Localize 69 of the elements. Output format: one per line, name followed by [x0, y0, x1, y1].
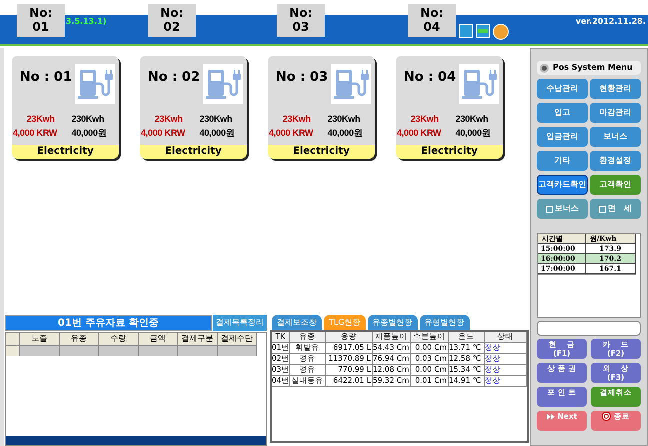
ev-charger-icon	[203, 64, 243, 104]
menu-button[interactable]: 보너스	[590, 127, 641, 147]
nozzle-tab[interactable]: No: 04	[408, 4, 456, 37]
menu-button[interactable]: 수납관리	[537, 79, 588, 99]
charger-type: Electricity	[268, 145, 375, 159]
nozzle-tab[interactable]: No: 02	[148, 4, 196, 37]
table-cell	[60, 346, 99, 356]
menu-button[interactable]: 고객카드확인	[537, 175, 588, 195]
table-cell	[99, 346, 138, 356]
ev-charger-icon	[331, 64, 371, 104]
charger-card[interactable]: No : 01 23Kwh 230Kwh 4,000 KRW 40,000원 Electricity	[12, 56, 119, 159]
charger-type: Electricity	[396, 145, 503, 159]
total-price: 40,000원	[456, 127, 492, 140]
ev-charger-icon	[75, 64, 115, 104]
nozzle-tab[interactable]: No: 03	[277, 4, 325, 37]
used-energy: 23Kwh	[410, 113, 440, 126]
version-label: ver.2012.11.28.	[576, 16, 646, 28]
charger-card[interactable]: No : 02 23Kwh 230Kwh 4,000 KRW 40,000원 Electricity	[140, 56, 247, 159]
total-energy: 230Kwh	[200, 113, 234, 126]
total-energy: 230Kwh	[456, 113, 490, 126]
menu-button[interactable]: 환경설정	[590, 151, 641, 171]
panel-tab[interactable]: 유종별현황	[368, 315, 418, 330]
charger-card[interactable]: No : 03 23Kwh 230Kwh 4,000 KRW 40,000원 Electricity	[268, 56, 375, 159]
clear-payment-list-button[interactable]: 결제목록정리	[213, 315, 267, 331]
menu-button[interactable]: 기타	[537, 151, 588, 171]
used-price: 4,000 KRW	[141, 127, 186, 140]
used-price: 4,000 KRW	[13, 127, 58, 140]
charger-number: No : 02	[148, 69, 200, 87]
used-price: 4,000 KRW	[397, 127, 442, 140]
table-cell	[20, 346, 60, 356]
fast-forward-icon	[546, 414, 555, 420]
panel-tab[interactable]: 결제보조창	[272, 315, 322, 330]
total-price: 40,000원	[200, 127, 236, 140]
table-cell	[178, 346, 218, 356]
menu-button[interactable]: 현황관리	[590, 79, 641, 99]
input-field[interactable]	[537, 321, 641, 336]
panel-tab[interactable]: TLG현황	[324, 315, 366, 330]
used-energy: 23Kwh	[26, 113, 56, 126]
charger-number: No : 04	[404, 69, 456, 87]
checkbox[interactable]	[546, 206, 553, 212]
total-price: 40,000원	[72, 127, 108, 140]
nozzle-tab[interactable]: No: 01	[17, 4, 65, 37]
menu-title: Pos System Menu	[553, 62, 633, 74]
checkbox-button[interactable]: 보너스	[537, 199, 588, 219]
fuel-status-title: 01번 주유자료 확인중	[5, 315, 212, 331]
used-energy: 23Kwh	[154, 113, 184, 126]
total-energy: 230Kwh	[72, 113, 106, 126]
menu-button[interactable]: 입금관리	[537, 127, 588, 147]
total-price: 40,000원	[328, 127, 364, 140]
menu-button[interactable]: 마감관리	[590, 103, 641, 123]
menu-button[interactable]: 고객확인	[590, 175, 641, 195]
ev-charger-icon	[459, 64, 499, 104]
charger-number: No : 01	[20, 69, 72, 87]
used-energy: 23Kwh	[282, 113, 312, 126]
table-cell	[218, 346, 257, 356]
checkbox[interactable]	[598, 206, 606, 212]
power-icon	[602, 412, 611, 421]
charger-card[interactable]: No : 04 23Kwh 230Kwh 4,000 KRW 40,000원 Electricity	[396, 56, 503, 159]
charger-type: Electricity	[140, 145, 247, 159]
checkbox-button[interactable]: 면 세	[590, 199, 641, 219]
table-cell	[138, 346, 178, 356]
charger-type: Electricity	[12, 145, 119, 159]
charger-number: No : 03	[276, 69, 328, 87]
total-energy: 230Kwh	[328, 113, 362, 126]
panel-tab[interactable]: 유형별현황	[420, 315, 470, 330]
used-price: 4,000 KRW	[269, 127, 314, 140]
version-fragment: 3.5.13.1)	[66, 16, 107, 28]
menu-button[interactable]: 입고	[537, 103, 588, 123]
radio-icon	[540, 64, 549, 72]
